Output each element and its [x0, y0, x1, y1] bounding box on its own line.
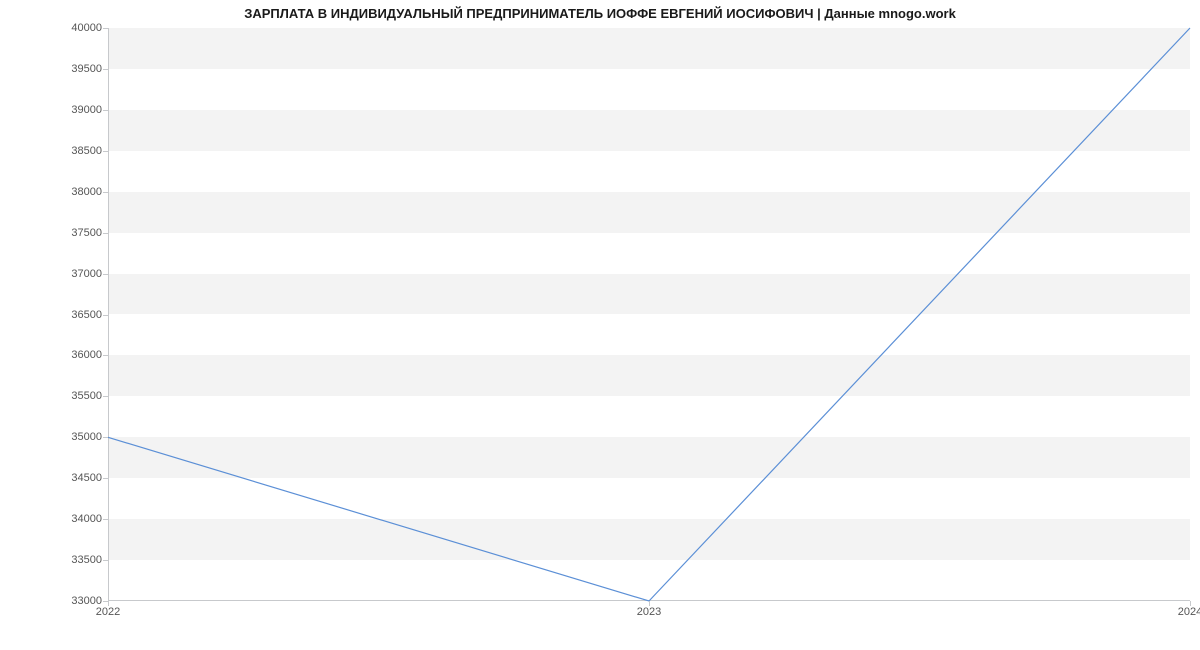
- y-tick-label: 33000: [12, 595, 102, 607]
- y-tick-label: 34500: [12, 472, 102, 484]
- y-tick-label: 39500: [12, 63, 102, 75]
- y-tick-label: 39000: [12, 104, 102, 116]
- y-tick-mark: [103, 110, 108, 111]
- y-tick-label: 35500: [12, 390, 102, 402]
- x-tick-label: 2022: [96, 606, 120, 618]
- x-tick-label: 2024: [1178, 606, 1200, 618]
- chart-title: ЗАРПЛАТА В ИНДИВИДУАЛЬНЫЙ ПРЕДПРИНИМАТЕЛ…: [0, 6, 1200, 21]
- y-tick-mark: [103, 151, 108, 152]
- y-tick-label: 36000: [12, 349, 102, 361]
- y-tick-label: 37500: [12, 227, 102, 239]
- y-tick-mark: [103, 560, 108, 561]
- y-tick-mark: [103, 69, 108, 70]
- y-tick-mark: [103, 355, 108, 356]
- y-tick-label: 36500: [12, 309, 102, 321]
- y-tick-label: 40000: [12, 22, 102, 34]
- y-tick-mark: [103, 478, 108, 479]
- y-tick-mark: [103, 233, 108, 234]
- y-tick-label: 38500: [12, 145, 102, 157]
- y-tick-label: 34000: [12, 513, 102, 525]
- y-tick-mark: [103, 519, 108, 520]
- y-tick-mark: [103, 274, 108, 275]
- y-tick-label: 37000: [12, 268, 102, 280]
- y-tick-label: 33500: [12, 554, 102, 566]
- y-tick-mark: [103, 28, 108, 29]
- y-tick-label: 38000: [12, 186, 102, 198]
- y-tick-mark: [103, 437, 108, 438]
- y-tick-label: 35000: [12, 431, 102, 443]
- y-tick-mark: [103, 396, 108, 397]
- line-layer: [108, 28, 1190, 601]
- y-tick-mark: [103, 315, 108, 316]
- x-tick-mark: [649, 601, 650, 606]
- chart-container: ЗАРПЛАТА В ИНДИВИДУАЛЬНЫЙ ПРЕДПРИНИМАТЕЛ…: [0, 0, 1200, 650]
- x-tick-mark: [1190, 601, 1191, 606]
- y-tick-mark: [103, 192, 108, 193]
- series-line: [108, 28, 1190, 601]
- plot-area: [108, 28, 1190, 601]
- x-tick-mark: [108, 601, 109, 606]
- x-tick-label: 2023: [637, 606, 661, 618]
